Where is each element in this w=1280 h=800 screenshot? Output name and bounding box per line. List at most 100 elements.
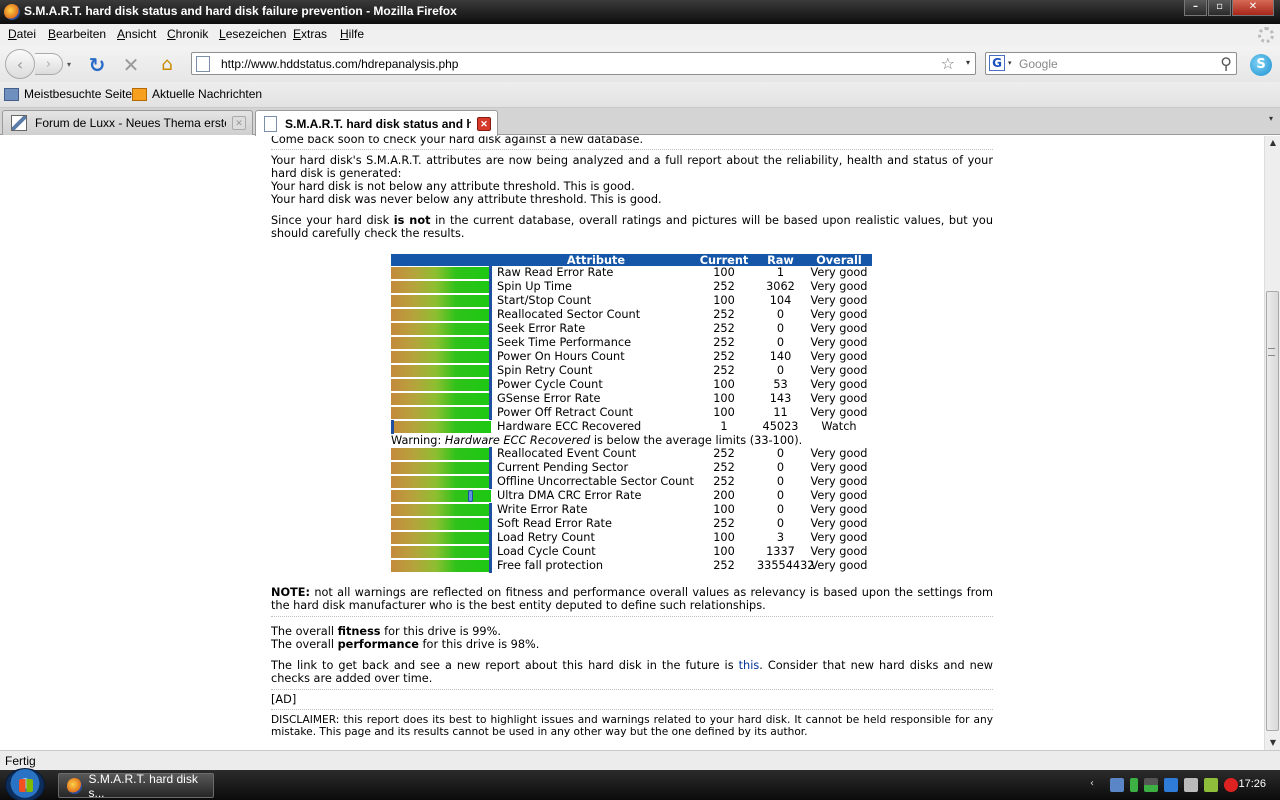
bookmark-most-visited[interactable]: Meistbesuchte Seiten: [4, 87, 139, 101]
table-row: Ultra DMA CRC Error Rate 200 0 Very good: [391, 489, 872, 503]
health-bar: [391, 518, 491, 530]
tab-close-icon[interactable]: ✕: [232, 116, 246, 130]
table-row: Write Error Rate 100 0 Very good: [391, 503, 872, 517]
search-go-icon[interactable]: ⚲: [1220, 54, 1232, 73]
status-bar: Fertig: [0, 750, 1280, 770]
forward-button[interactable]: ›: [35, 53, 63, 75]
reload-button[interactable]: ↻: [86, 53, 108, 77]
back-button[interactable]: ‹: [5, 49, 35, 79]
cell-current: 100: [713, 294, 735, 307]
health-level-marker: [489, 280, 492, 294]
url-dropdown-icon[interactable]: ▾: [966, 58, 970, 67]
cell-current: 100: [713, 266, 735, 279]
start-button[interactable]: [5, 768, 45, 800]
cell-current: 252: [713, 364, 735, 377]
cell-raw: 33554432: [757, 559, 815, 572]
signal-icon[interactable]: [1144, 778, 1158, 792]
home-button[interactable]: ⌂: [156, 53, 178, 75]
menu-lesezeichen[interactable]: Lesezeichen: [219, 27, 286, 41]
disclaimer: DISCLAIMER: this report does its best to…: [271, 714, 993, 738]
scrollbar-thumb[interactable]: [1266, 291, 1279, 731]
cell-overall: Very good: [810, 475, 868, 488]
database-note: Since your hard disk is not in the curre…: [271, 214, 993, 240]
menu-datei[interactable]: Datei: [8, 27, 36, 41]
close-window-button[interactable]: ✕: [1232, 0, 1274, 16]
analysis-text: Your hard disk's S.M.A.R.T. attributes a…: [271, 154, 993, 180]
tab-label: S.M.A.R.T. hard disk status and h...: [285, 116, 471, 131]
divider: [271, 689, 993, 690]
health-level-marker: [489, 378, 492, 392]
taskbar-task-label: S.M.A.R.T. hard disk s...: [88, 771, 198, 800]
report-link[interactable]: this: [739, 659, 760, 672]
bookmark-latest-news[interactable]: Aktuelle Nachrichten: [132, 87, 262, 101]
search-bar[interactable]: G ▾ Google ⚲: [985, 52, 1237, 75]
health-level-marker: [489, 461, 492, 475]
google-engine-icon[interactable]: G: [989, 55, 1005, 71]
tab-bar: Forum de Luxx - Neues Thema erstellen ✕ …: [0, 108, 1280, 136]
overall-values: The overall fitness for this drive is 99…: [271, 625, 993, 651]
tab-forum-de-luxx[interactable]: Forum de Luxx - Neues Thema erstellen ✕: [2, 110, 253, 135]
scroll-down-icon[interactable]: ▼: [1265, 736, 1280, 750]
menu-hilfe[interactable]: Hilfe: [340, 27, 364, 41]
warning-line: Warning: Hardware ECC Recovered is below…: [391, 434, 872, 447]
cell-attribute: Spin Up Time: [497, 280, 572, 293]
cell-overall: Very good: [810, 559, 868, 572]
maximize-button[interactable]: ▫: [1208, 0, 1231, 16]
cell-current: 100: [713, 503, 735, 516]
menu-bar: Datei Bearbeiten Ansicht Chronik Lesezei…: [0, 24, 1280, 46]
cell-attribute: Ultra DMA CRC Error Rate: [497, 489, 642, 502]
health-bar: [391, 421, 491, 433]
health-bar: [391, 407, 491, 419]
cell-attribute: Seek Time Performance: [497, 336, 632, 349]
menu-ansicht[interactable]: Ansicht: [117, 27, 156, 41]
bookmark-star-icon[interactable]: ☆: [941, 54, 955, 73]
menu-chronik[interactable]: Chronik: [167, 27, 208, 41]
taskbar-firefox-button[interactable]: S.M.A.R.T. hard disk s...: [58, 771, 214, 800]
clock: 17:26: [1238, 778, 1266, 790]
engine-dropdown-icon[interactable]: ▾: [1008, 59, 1012, 67]
cell-attribute: Seek Error Rate: [497, 322, 586, 335]
health-level-marker: [489, 336, 492, 350]
health-level-marker: [489, 322, 492, 336]
tab-smart-status[interactable]: S.M.A.R.T. hard disk status and h... ✕: [255, 110, 498, 136]
vertical-scrollbar[interactable]: ▲ ▼: [1264, 136, 1280, 750]
table-row: Start/Stop Count 100 104 Very good: [391, 294, 872, 308]
cell-current: 252: [713, 280, 735, 293]
table-row: Load Cycle Count 100 1337 Very good: [391, 545, 872, 559]
tray-app-icon[interactable]: [1110, 778, 1124, 792]
tab-close-icon[interactable]: ✕: [477, 116, 491, 131]
window-title: S.M.A.R.T. hard disk status and hard dis…: [24, 4, 457, 18]
network-icon[interactable]: [1164, 778, 1178, 792]
cell-attribute: Spin Retry Count: [497, 364, 593, 377]
tray-expand-icon[interactable]: ‹: [1090, 778, 1104, 792]
rss-icon: [132, 87, 147, 101]
stop-button[interactable]: ✕: [120, 53, 142, 77]
cell-attribute: Power Cycle Count: [497, 378, 603, 391]
skype-addon-icon[interactable]: S: [1250, 54, 1272, 76]
minimize-button[interactable]: –: [1184, 0, 1207, 16]
tab-list-dropdown-icon[interactable]: ▾: [1264, 114, 1278, 128]
display-icon[interactable]: [1184, 778, 1198, 792]
search-input[interactable]: Google: [1019, 57, 1058, 71]
cell-raw: 1: [776, 266, 785, 279]
table-row: Spin Up Time 252 3062 Very good: [391, 280, 872, 294]
url-text[interactable]: http://www.hddstatus.com/hdrepanalysis.p…: [221, 57, 458, 71]
table-row: GSense Error Rate 100 143 Very good: [391, 392, 872, 406]
cell-raw: 0: [776, 503, 785, 516]
table-row: Offline Uncorrectable Sector Count 252 0 Ve…: [391, 475, 872, 489]
cell-current: 252: [713, 308, 735, 321]
history-dropdown-icon[interactable]: ▾: [64, 58, 74, 70]
ad-placeholder: [AD]: [271, 693, 297, 706]
menu-extras[interactable]: Extras: [293, 27, 327, 41]
menu-bearbeiten[interactable]: Bearbeiten: [48, 27, 106, 41]
fitness-line: The overall fitness for this drive is 99…: [271, 625, 993, 638]
cell-overall: Very good: [810, 336, 868, 349]
url-bar[interactable]: http://www.hddstatus.com/hdrepanalysis.p…: [191, 52, 976, 75]
antivirus-icon[interactable]: [1224, 778, 1238, 792]
activity-throbber-icon: [1258, 27, 1274, 43]
health-level-marker: [489, 350, 492, 364]
battery-icon[interactable]: [1130, 778, 1138, 792]
page-content: Come back soon to check your hard disk a…: [0, 136, 1264, 750]
power-icon[interactable]: [1204, 778, 1218, 792]
scroll-up-icon[interactable]: ▲: [1265, 136, 1280, 150]
